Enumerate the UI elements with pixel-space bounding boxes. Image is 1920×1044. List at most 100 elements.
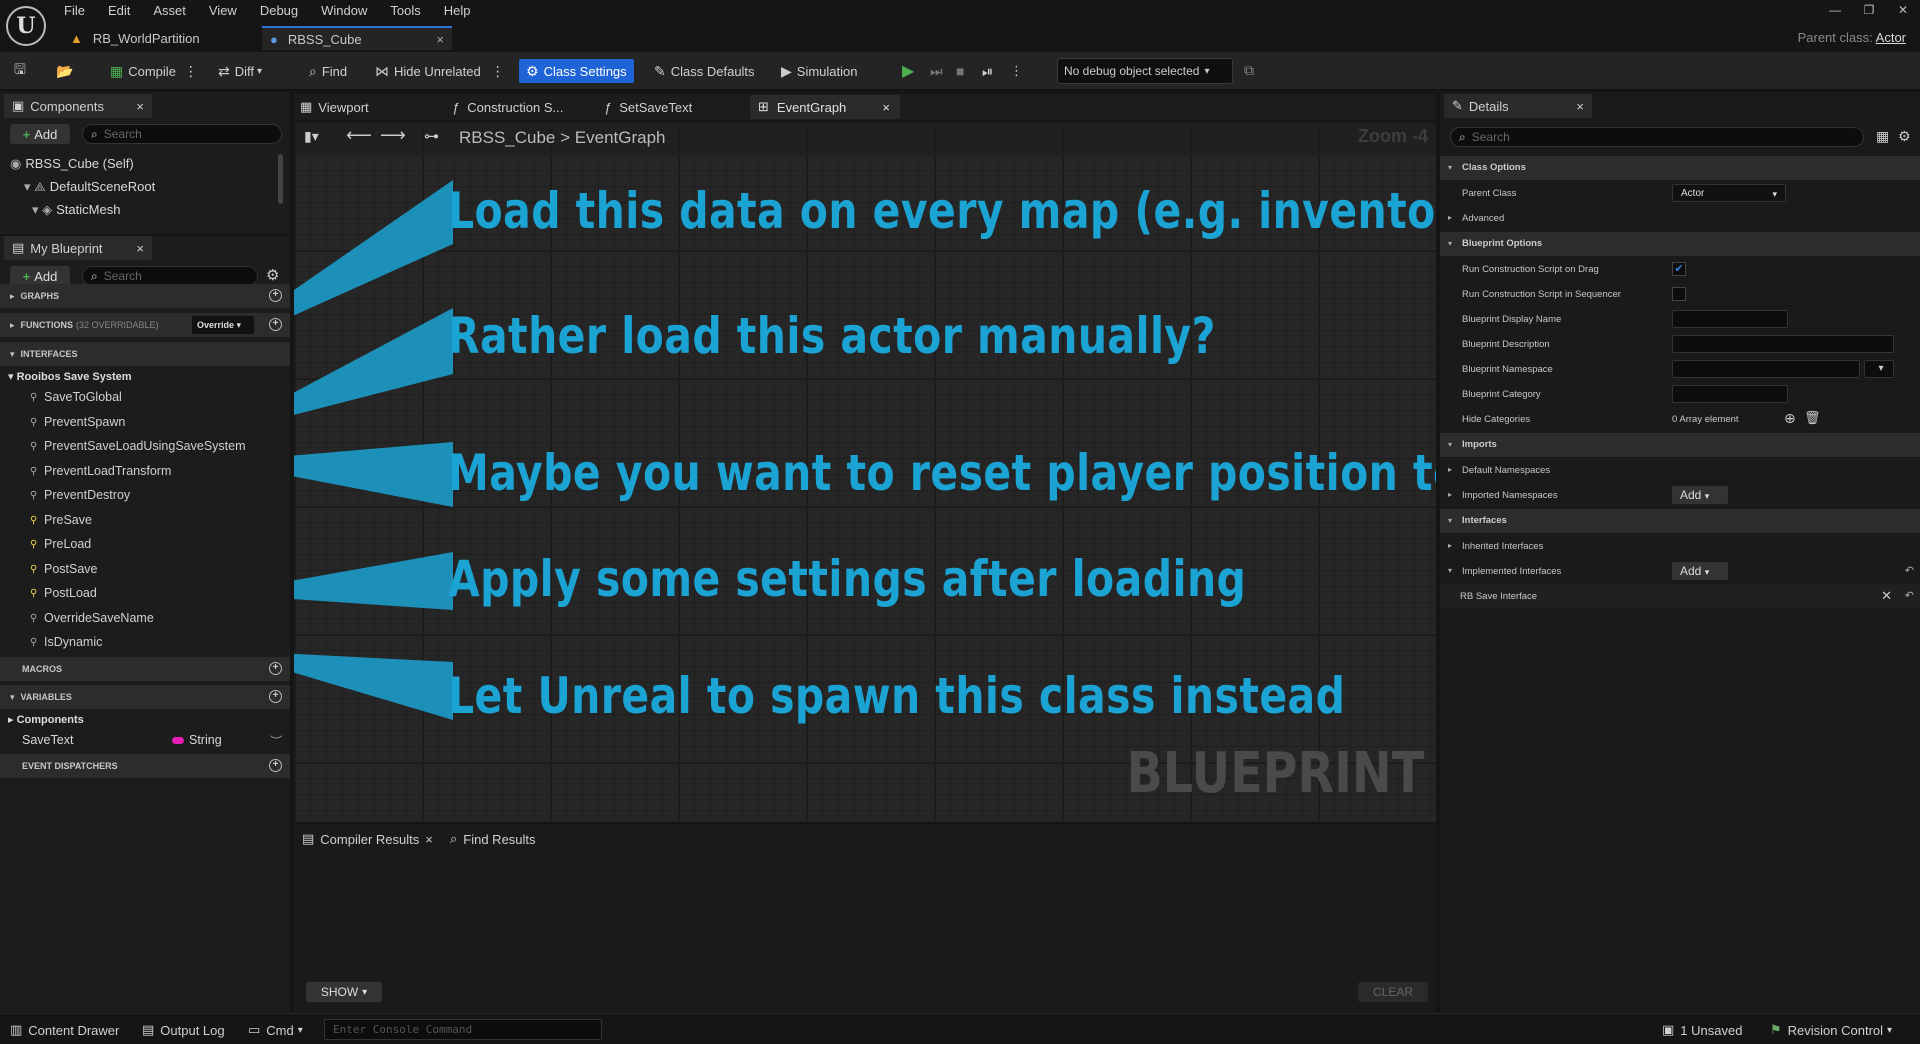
component-staticmesh[interactable]: ▾ ◈ StaticMesh [32, 202, 120, 218]
diff-button[interactable]: ⇄ Diff ▾ [218, 59, 262, 83]
simulation-button[interactable]: ▶ Simulation [781, 59, 857, 83]
cmd-dropdown[interactable]: ▭ Cmd ▾ [248, 1022, 303, 1038]
menu-debug[interactable]: Debug [260, 0, 298, 22]
parent-class-dropdown[interactable]: Actor ▾ [1672, 184, 1786, 202]
add-interface-button[interactable]: Add ▾ [1672, 562, 1728, 580]
parent-class-link[interactable]: Actor [1876, 30, 1906, 45]
class-settings-button[interactable]: ⚙ Class Settings [519, 59, 634, 83]
close-icon[interactable]: × [882, 100, 890, 115]
close-icon[interactable]: × [1576, 99, 1584, 114]
find-results-tab[interactable]: ⌕ Find Results [450, 828, 536, 850]
breadcrumb-leaf[interactable]: EventGraph [575, 128, 666, 147]
menu-tools[interactable]: Tools [390, 0, 420, 22]
my-blueprint-tab[interactable]: ▤ My Blueprint × [4, 236, 152, 260]
scrollbar[interactable] [278, 154, 283, 204]
variables-section[interactable]: ▾ VARIABLES + [0, 685, 290, 709]
bp-category-input[interactable] [1672, 385, 1788, 403]
graph-tab-viewport[interactable]: ▦ Viewport [300, 96, 369, 118]
details-category-class-options[interactable]: ▾ Class Options [1440, 156, 1920, 180]
menu-file[interactable]: File [64, 0, 85, 22]
clear-button[interactable]: CLEAR [1358, 982, 1428, 1002]
interface-fn-preload[interactable]: ⚲ PreLoad [30, 537, 91, 551]
macros-section[interactable]: MACROS + [0, 657, 290, 681]
breadcrumb-root[interactable]: RBSS_Cube [459, 128, 555, 147]
bp-namespace-input[interactable] [1672, 360, 1860, 378]
gear-icon[interactable]: ⚙ [1898, 128, 1911, 145]
component-self[interactable]: ◉ RBSS_Cube (Self) [10, 156, 134, 172]
hide-unrelated-button[interactable]: ⋈ Hide Unrelated ⋮ [375, 59, 510, 83]
add-circle-icon[interactable]: + [269, 318, 282, 331]
details-category-blueprint-options[interactable]: ▾ Blueprint Options [1440, 232, 1920, 256]
interface-fn-preventloadtransform[interactable]: ⚲ PreventLoadTransform [30, 464, 171, 478]
interface-fn-postload[interactable]: ⚲ PostLoad [30, 586, 97, 600]
close-icon[interactable]: × [425, 832, 433, 847]
graph-tab-construction[interactable]: ƒ Construction S... [452, 96, 563, 118]
add-circle-icon[interactable]: + [269, 759, 282, 772]
components-search-input[interactable]: ⌕ Search [82, 124, 282, 144]
details-row-advanced[interactable]: ▸ Advanced [1440, 206, 1920, 231]
component-defaultsceneroot[interactable]: ▾ ⟁ DefaultSceneRoot [24, 179, 155, 195]
add-member-button[interactable]: + Add [10, 266, 70, 286]
class-defaults-button[interactable]: ✎ Class Defaults [654, 59, 755, 83]
close-window-icon[interactable]: ✕ [1886, 0, 1920, 22]
add-component-button[interactable]: + Add [10, 124, 70, 144]
more-icon[interactable]: ⋮ [184, 63, 198, 80]
unsaved-button[interactable]: ▣ 1 Unsaved [1662, 1022, 1742, 1038]
trash-icon[interactable]: 🗑 [1804, 410, 1821, 426]
menu-asset[interactable]: Asset [153, 0, 186, 22]
interface-fn-savetoglobal[interactable]: ⚲ SaveToGlobal [30, 390, 122, 404]
components-tab[interactable]: ▣ Components × [4, 94, 152, 118]
details-category-interfaces[interactable]: ▾ Interfaces [1440, 509, 1920, 533]
event-graph-canvas[interactable]: ▮▾ ⟵ ⟶ ⊶ RBSS_Cube > EventGraph Zoom -4 … [294, 122, 1436, 822]
add-circle-icon[interactable]: + [269, 289, 282, 302]
save-icon[interactable]: 🖫 [14, 59, 31, 83]
reset-arrow-icon[interactable]: ↶ [1905, 589, 1914, 602]
menu-view[interactable]: View [209, 0, 237, 22]
run-cs-drag-checkbox[interactable]: ✔ [1672, 262, 1686, 276]
interface-fn-postsave[interactable]: ⚲ PostSave [30, 562, 98, 576]
details-row-inherited-interfaces[interactable]: ▸ Inherited Interfaces [1440, 534, 1920, 559]
reset-arrow-icon[interactable]: ↶ [1905, 564, 1914, 577]
graph-tab-setsavetext[interactable]: ƒ SetSaveText [604, 96, 692, 118]
my-blueprint-search-input[interactable]: ⌕ Search [82, 266, 258, 286]
add-import-button[interactable]: Add ▾ [1672, 486, 1728, 504]
menu-window[interactable]: Window [321, 0, 367, 22]
doc-tab-worldpartition[interactable]: ▲ RB_WorldPartition [62, 26, 258, 50]
eye-icon[interactable]: ︶ [270, 731, 283, 750]
bp-description-input[interactable] [1672, 335, 1894, 353]
interfaces-section[interactable]: ▾ INTERFACES [0, 342, 290, 366]
namespace-chevron-down-icon[interactable]: ▾ [1864, 360, 1894, 378]
interface-group-rooibos[interactable]: ▾ Rooibos Save System [8, 370, 132, 383]
table-view-icon[interactable]: ▦ [1876, 128, 1889, 145]
add-circle-icon[interactable]: + [269, 662, 282, 675]
compile-button[interactable]: ▦ Compile ⋮ [110, 59, 203, 83]
menu-edit[interactable]: Edit [108, 0, 130, 22]
bp-display-name-input[interactable] [1672, 310, 1788, 328]
doc-tab-rbss-cube[interactable]: ● RBSS_Cube × [262, 26, 452, 50]
close-icon[interactable]: × [136, 99, 144, 114]
play-button[interactable]: ▶ [902, 59, 914, 83]
interface-fn-preventdestroy[interactable]: ⚲ PreventDestroy [30, 488, 130, 502]
menu-help[interactable]: Help [444, 0, 471, 22]
run-cs-sequencer-checkbox[interactable] [1672, 287, 1686, 301]
more-icon[interactable]: ⋮ [491, 63, 505, 80]
interface-fn-preventsaveload[interactable]: ⚲ PreventSaveLoadUsingSaveSystem [30, 439, 246, 453]
interface-fn-overridesavename[interactable]: ⚲ OverrideSaveName [30, 611, 154, 625]
add-element-icon[interactable]: ⊕ [1784, 410, 1796, 427]
advance-icon[interactable]: ⏯ [982, 59, 993, 83]
remove-x-icon[interactable]: ✕ [1881, 588, 1892, 604]
step-icon[interactable]: ⏭ [930, 59, 943, 83]
details-category-imports[interactable]: ▾ Imports [1440, 433, 1920, 457]
show-button[interactable]: SHOW ▾ [306, 982, 382, 1002]
interface-fn-preventspawn[interactable]: ⚲ PreventSpawn [30, 415, 125, 429]
compiler-results-tab[interactable]: ▤ Compiler Results × [302, 828, 433, 850]
interface-fn-isdynamic[interactable]: ⚲ IsDynamic [30, 635, 102, 649]
stop-icon[interactable]: ■ [956, 59, 964, 83]
interface-fn-presave[interactable]: ⚲ PreSave [30, 513, 92, 527]
content-drawer-button[interactable]: ▥ Content Drawer [10, 1022, 119, 1038]
add-circle-icon[interactable]: + [269, 690, 282, 703]
details-search-input[interactable]: ⌕ Search [1450, 127, 1864, 147]
browse-icon[interactable]: 📂 [56, 59, 78, 83]
debug-object-select[interactable]: No debug object selected ▾ [1057, 58, 1233, 84]
functions-section[interactable]: ▸ FUNCTIONS (32 OVERRIDABLE) Override ▾ + [0, 313, 290, 337]
